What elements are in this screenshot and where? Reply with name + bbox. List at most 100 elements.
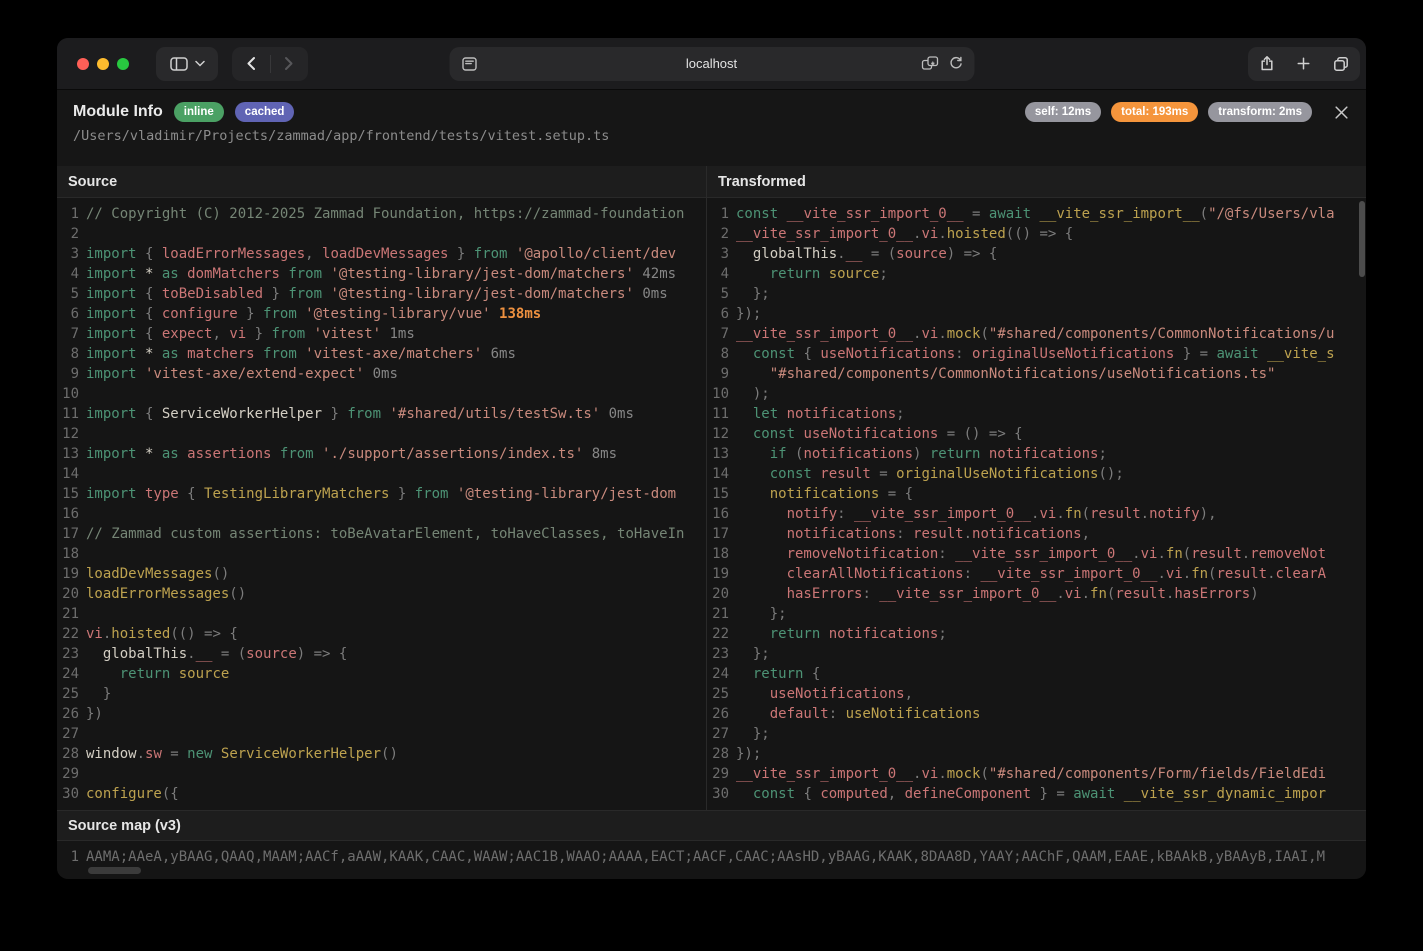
code-line: 6import { configure } from '@testing-lib…	[57, 304, 706, 324]
traffic-lights	[77, 58, 129, 70]
code-line: 16	[57, 504, 706, 524]
code-line: 26})	[57, 704, 706, 724]
close-icon	[1334, 105, 1349, 120]
code-line: 1// Copyright (C) 2012-2025 Zammad Found…	[57, 204, 706, 224]
badge-cached: cached	[235, 102, 295, 122]
code-line: 8 const { useNotifications: originalUseN…	[707, 344, 1366, 364]
code-line: 4 return source;	[707, 264, 1366, 284]
minimize-window-button[interactable]	[97, 58, 109, 70]
code-line: 27	[57, 724, 706, 744]
code-line: 9import 'vitest-axe/extend-expect' 0ms	[57, 364, 706, 384]
code-line: 12 const useNotifications = () => {	[707, 424, 1366, 444]
code-line: 21	[57, 604, 706, 624]
code-line: 17 notifications: result.notifications,	[707, 524, 1366, 544]
code-line: 27 };	[707, 724, 1366, 744]
code-line: 16 notify: __vite_ssr_import_0__.vi.fn(r…	[707, 504, 1366, 524]
code-line: 3import { loadErrorMessages, loadDevMess…	[57, 244, 706, 264]
code-line: 23 globalThis.__ = (source) => {	[57, 644, 706, 664]
code-line: 20 hasErrors: __vite_ssr_import_0__.vi.f…	[707, 584, 1366, 604]
chevron-down-icon	[195, 60, 205, 67]
code-line: 2	[57, 224, 706, 244]
sourcemap-title: Source map (v3)	[57, 810, 1366, 841]
code-line: 18	[57, 544, 706, 564]
new-tab-button[interactable]	[1296, 56, 1311, 71]
code-line: 28});	[707, 744, 1366, 764]
code-line: 25 useNotifications,	[707, 684, 1366, 704]
code-line: 6});	[707, 304, 1366, 324]
transformed-code[interactable]: 1const __vite_ssr_import_0__ = await __v…	[707, 198, 1366, 810]
code-line: 28window.sw = new ServiceWorkerHelper()	[57, 744, 706, 764]
code-line: 15import type { TestingLibraryMatchers }…	[57, 484, 706, 504]
reload-icon[interactable]	[948, 56, 963, 71]
code-line: 18 removeNotification: __vite_ssr_import…	[707, 544, 1366, 564]
badge-inline: inline	[174, 102, 224, 122]
address-bar[interactable]: localhost	[449, 47, 974, 81]
source-panel-title: Source	[57, 166, 706, 198]
vertical-scrollbar[interactable]	[1359, 201, 1365, 277]
code-line: 10 );	[707, 384, 1366, 404]
module-file-path: /Users/vladimir/Projects/zammad/app/fron…	[73, 128, 1366, 144]
sourcemap-section: Source map (v3) 1 AAMA;AAeA,yBAAG,QAAQ,M…	[57, 810, 1366, 879]
chevron-right-icon	[283, 56, 295, 71]
code-line: 19loadDevMessages()	[57, 564, 706, 584]
code-line: 5import { toBeDisabled } from '@testing-…	[57, 284, 706, 304]
sourcemap-line: 1 AAMA;AAeA,yBAAG,QAAQ,MAAM;AACf,aAAW,KA…	[57, 841, 1366, 879]
code-panels: Source 1// Copyright (C) 2012-2025 Zamma…	[57, 166, 1366, 810]
url-text[interactable]: localhost	[449, 56, 974, 71]
source-panel: Source 1// Copyright (C) 2012-2025 Zamma…	[57, 166, 707, 810]
tab-overview-button[interactable]	[1333, 56, 1349, 72]
code-line: 9 "#shared/components/CommonNotification…	[707, 364, 1366, 384]
code-line: 24 return source	[57, 664, 706, 684]
code-line: 11import { ServiceWorkerHelper } from '#…	[57, 404, 706, 424]
code-line: 11 let notifications;	[707, 404, 1366, 424]
metric-self: self: 12ms	[1025, 102, 1101, 122]
code-line: 2__vite_ssr_import_0__.vi.hoisted(() => …	[707, 224, 1366, 244]
timing-metrics: self: 12ms total: 193ms transform: 2ms	[1015, 102, 1366, 122]
metric-total: total: 193ms	[1111, 102, 1198, 122]
module-info-header: Module Info inline cached self: 12ms tot…	[57, 90, 1366, 166]
code-line: 13 if (notifications) return notificatio…	[707, 444, 1366, 464]
plus-icon	[1296, 56, 1311, 71]
code-line: 14 const result = originalUseNotificatio…	[707, 464, 1366, 484]
share-button[interactable]	[1259, 55, 1275, 72]
page-title: Module Info	[73, 103, 163, 121]
divider	[270, 55, 271, 73]
code-line: 17// Zammad custom assertions: toBeAvata…	[57, 524, 706, 544]
tabs-icon	[1333, 56, 1349, 72]
forward-button[interactable]	[270, 47, 308, 81]
transformed-panel: Transformed 1const __vite_ssr_import_0__…	[707, 166, 1366, 810]
metric-transform: transform: 2ms	[1208, 102, 1312, 122]
share-icon	[1259, 55, 1275, 72]
code-line: 20loadErrorMessages()	[57, 584, 706, 604]
code-line: 1const __vite_ssr_import_0__ = await __v…	[707, 204, 1366, 224]
code-line: 21 };	[707, 604, 1366, 624]
translate-icon[interactable]	[921, 56, 938, 71]
sourcemap-mapping: AAMA;AAeA,yBAAG,QAAQ,MAAM;AACf,aAAW,KAAK…	[86, 847, 1325, 867]
horizontal-scrollbar[interactable]	[88, 867, 141, 874]
code-line: 29__vite_ssr_import_0__.vi.mock("#shared…	[707, 764, 1366, 784]
zoom-window-button[interactable]	[117, 58, 129, 70]
chevron-left-icon	[245, 56, 257, 71]
browser-window: localhost	[57, 38, 1366, 879]
sourcemap-line-number: 1	[57, 847, 86, 867]
code-line: 15 notifications = {	[707, 484, 1366, 504]
code-line: 25 }	[57, 684, 706, 704]
code-line: 30 const { computed, defineComponent } =…	[707, 784, 1366, 804]
code-line: 24 return {	[707, 664, 1366, 684]
toolbar-right-buttons	[1248, 47, 1360, 81]
sidebar-toggle-button[interactable]	[156, 47, 218, 81]
back-button[interactable]	[232, 47, 270, 81]
code-line: 3 globalThis.__ = (source) => {	[707, 244, 1366, 264]
code-line: 22 return notifications;	[707, 624, 1366, 644]
code-line: 26 default: useNotifications	[707, 704, 1366, 724]
source-code[interactable]: 1// Copyright (C) 2012-2025 Zammad Found…	[57, 198, 706, 810]
code-line: 19 clearAllNotifications: __vite_ssr_imp…	[707, 564, 1366, 584]
close-button[interactable]	[1334, 105, 1349, 120]
code-line: 30configure({	[57, 784, 706, 804]
code-line: 5 };	[707, 284, 1366, 304]
close-window-button[interactable]	[77, 58, 89, 70]
sidebar-icon	[170, 56, 188, 72]
browser-toolbar: localhost	[57, 38, 1366, 90]
code-line: 12	[57, 424, 706, 444]
code-line: 8import * as matchers from 'vitest-axe/m…	[57, 344, 706, 364]
